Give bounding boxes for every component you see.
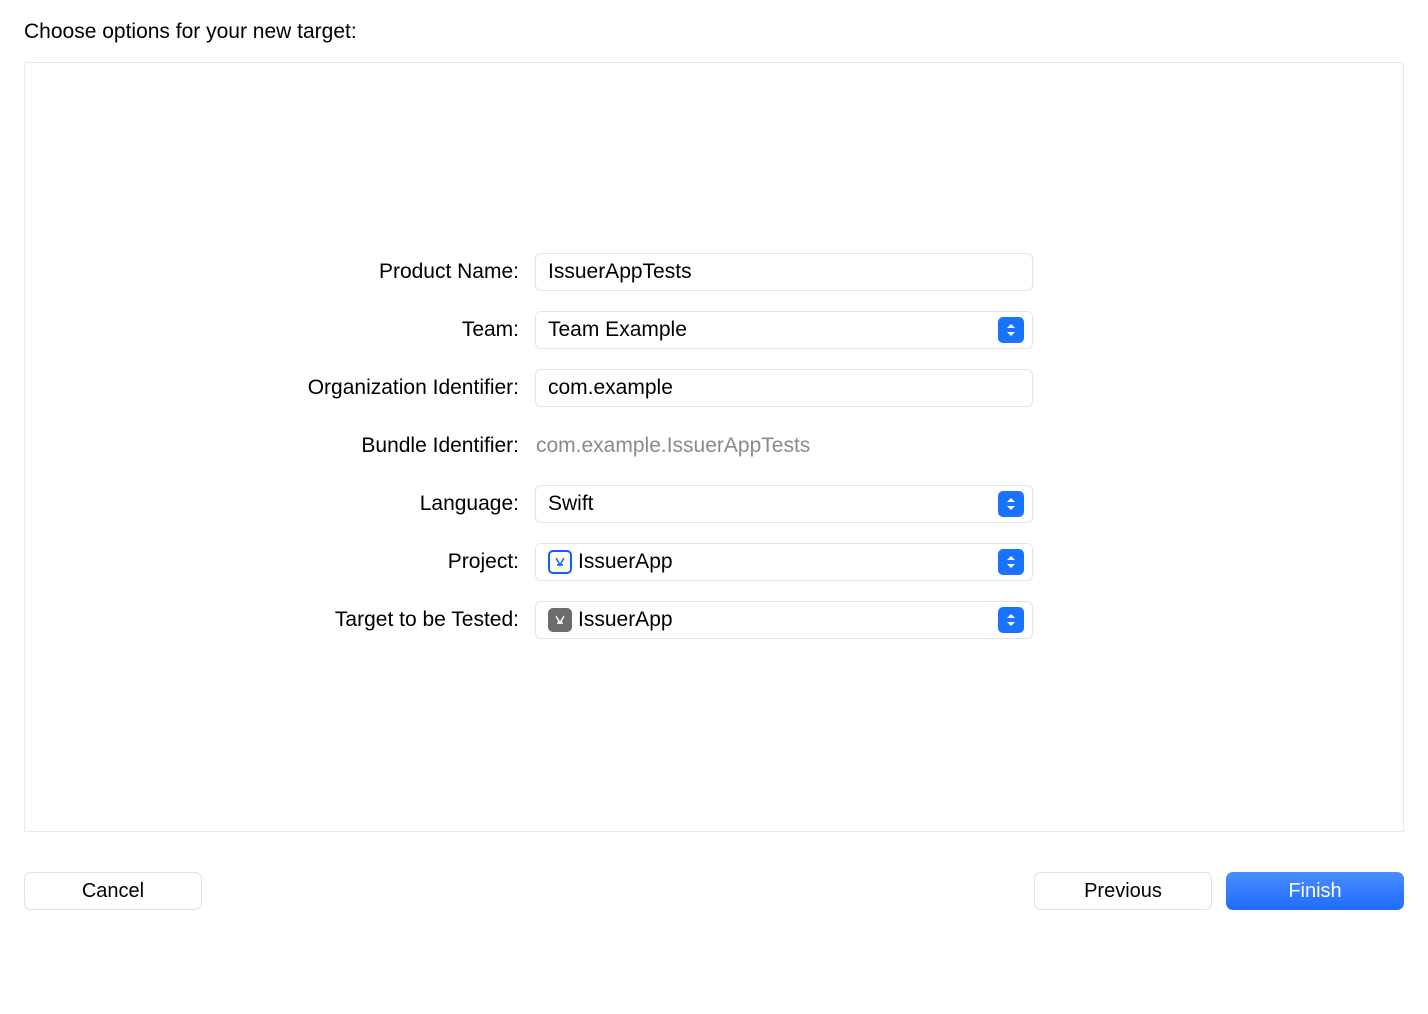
row-product-name: Product Name: — [25, 253, 1403, 291]
form-panel: Product Name: Team: Team Example Organiz… — [24, 62, 1404, 832]
target-to-test-dropdown-value: IssuerApp — [578, 608, 673, 632]
label-bundle-identifier: Bundle Identifier: — [25, 434, 519, 458]
dialog-heading: Choose options for your new target: — [24, 20, 1404, 44]
bundle-identifier-value: com.example.IssuerAppTests — [535, 427, 1033, 465]
row-project: Project: IssuerApp — [25, 543, 1403, 581]
finish-button[interactable]: Finish — [1226, 872, 1404, 910]
row-team: Team: Team Example — [25, 311, 1403, 349]
label-target-to-test: Target to be Tested: — [25, 608, 519, 632]
label-language: Language: — [25, 492, 519, 516]
chevron-up-down-icon — [998, 607, 1024, 633]
team-dropdown[interactable]: Team Example — [535, 311, 1033, 349]
target-to-test-dropdown[interactable]: IssuerApp — [535, 601, 1033, 639]
language-dropdown[interactable]: Swift — [535, 485, 1033, 523]
dialog-button-row: Cancel Previous Finish — [24, 872, 1404, 910]
label-team: Team: — [25, 318, 519, 342]
org-identifier-input[interactable] — [535, 369, 1033, 407]
cancel-button[interactable]: Cancel — [24, 872, 202, 910]
row-org-identifier: Organization Identifier: — [25, 369, 1403, 407]
label-product-name: Product Name: — [25, 260, 519, 284]
row-bundle-identifier: Bundle Identifier: com.example.IssuerApp… — [25, 427, 1403, 465]
team-dropdown-value: Team Example — [548, 318, 687, 342]
label-project: Project: — [25, 550, 519, 574]
xcode-project-icon — [548, 550, 572, 574]
chevron-up-down-icon — [998, 549, 1024, 575]
product-name-input[interactable] — [535, 253, 1033, 291]
row-target-to-test: Target to be Tested: IssuerApp — [25, 601, 1403, 639]
chevron-up-down-icon — [998, 491, 1024, 517]
project-dropdown[interactable]: IssuerApp — [535, 543, 1033, 581]
label-org-identifier: Organization Identifier: — [25, 376, 519, 400]
row-language: Language: Swift — [25, 485, 1403, 523]
previous-button[interactable]: Previous — [1034, 872, 1212, 910]
language-dropdown-value: Swift — [548, 492, 594, 516]
app-target-icon — [548, 608, 572, 632]
chevron-up-down-icon — [998, 317, 1024, 343]
project-dropdown-value: IssuerApp — [578, 550, 673, 574]
